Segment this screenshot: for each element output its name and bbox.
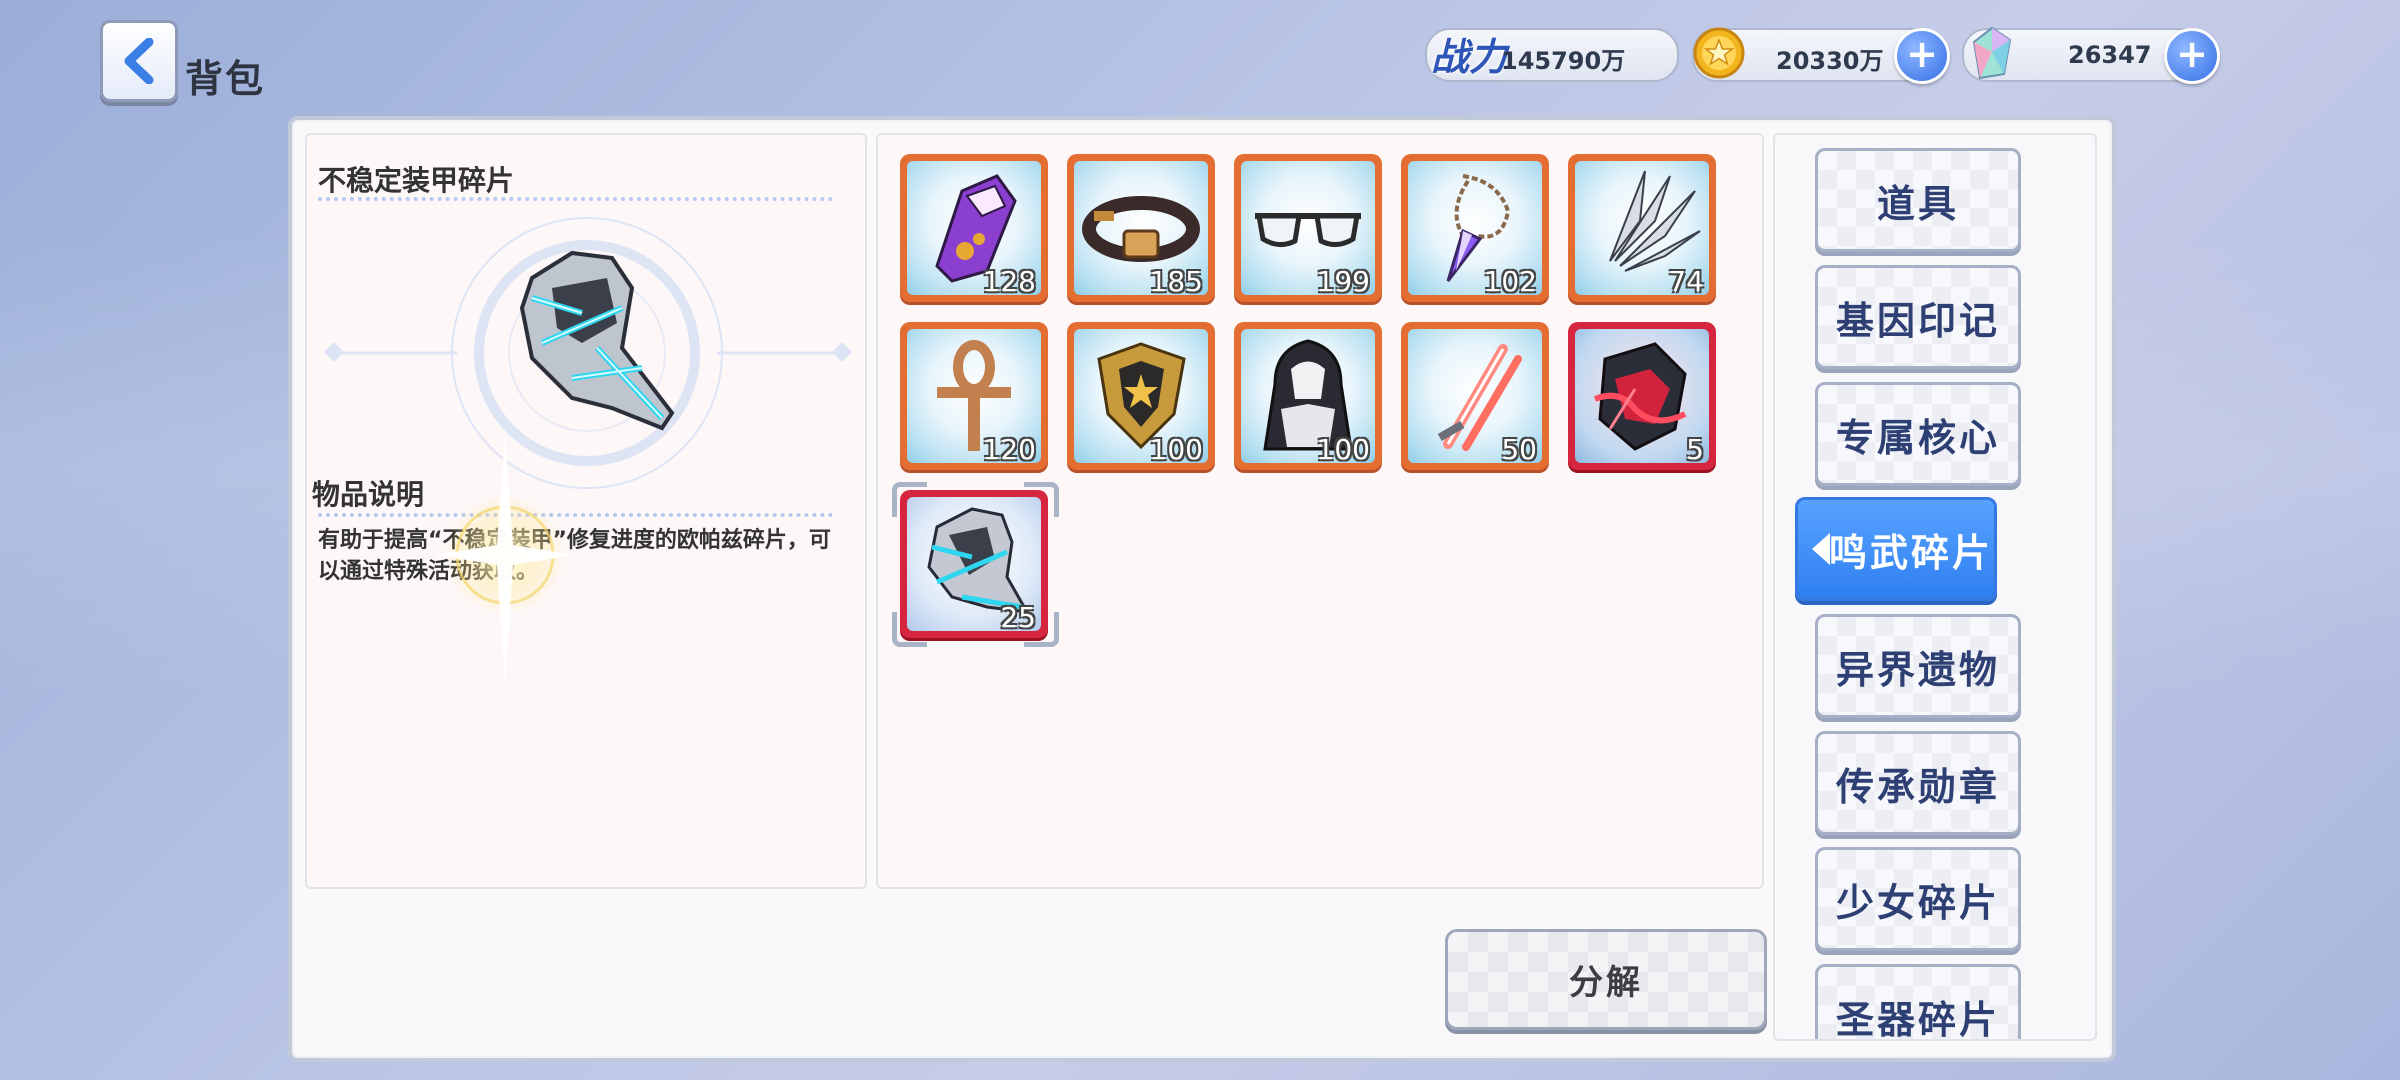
crystal-gem-icon [1972, 26, 2012, 80]
inventory-item[interactable]: 100 [1067, 322, 1215, 470]
gold-value: 20330万 [1776, 47, 1884, 75]
inventory-item[interactable]: 128 [900, 154, 1048, 302]
inventory-item[interactable]: 50 [1401, 322, 1549, 470]
chevron-left-icon [124, 38, 154, 84]
selection-corner [1024, 482, 1059, 517]
item-quantity: 50 [1501, 433, 1537, 466]
gem-value: 26347 [2068, 41, 2152, 69]
power-label: 战力 [1431, 35, 1508, 79]
active-arrow-icon [1812, 533, 1830, 565]
item-detail-panel: 不稳定装甲碎片 物品说明 有助于提高“不稳定装甲”修复进度的欧帕兹碎片，可以通过… [305, 133, 867, 889]
gold-coin-icon [1693, 27, 1745, 79]
item-name: 不稳定装甲碎片 [318, 164, 515, 197]
item-preview-art [324, 217, 852, 489]
tab-mingwu-fragments[interactable]: 鸣武碎片 [1795, 497, 1997, 601]
page-title: 背包 [185, 57, 266, 101]
tab-gene-imprint[interactable]: 基因印记 [1815, 265, 2021, 369]
tab-items[interactable]: 道具 [1815, 148, 2021, 252]
item-quantity: 5 [1686, 433, 1704, 466]
item-quantity: 102 [1483, 265, 1537, 298]
selection-corner [892, 482, 927, 517]
inventory-item[interactable]: 199 [1234, 154, 1382, 302]
tab-label: 鸣武碎片 [1828, 530, 1993, 575]
combat-power-display: 战力 145790万 [1425, 28, 1679, 82]
item-quantity: 100 [1149, 433, 1203, 466]
add-gold-button[interactable]: + [1894, 28, 1950, 84]
gem-display: 26347 + [1962, 26, 2220, 84]
tab-artifact-fragments[interactable]: 圣器碎片 [1815, 964, 2021, 1039]
decompose-button[interactable]: 分解 [1445, 929, 1767, 1030]
item-quantity: 100 [1316, 433, 1370, 466]
selection-corner [892, 612, 927, 647]
tab-exclusive-core[interactable]: 专属核心 [1815, 382, 2021, 486]
item-quantity: 199 [1316, 265, 1370, 298]
back-button[interactable] [100, 20, 178, 102]
inventory-item[interactable]: 74 [1568, 154, 1716, 302]
inventory-item[interactable]: 102 [1401, 154, 1549, 302]
power-value: 145790万 [1501, 47, 1626, 75]
item-quantity: 185 [1149, 265, 1203, 298]
divider [318, 197, 833, 201]
tab-legacy-medals[interactable]: 传承勋章 [1815, 731, 2021, 835]
selection-corner [1024, 612, 1059, 647]
add-gem-button[interactable]: + [2164, 28, 2220, 84]
item-quantity: 128 [982, 265, 1036, 298]
description-heading: 物品说明 [312, 478, 425, 511]
inventory-item[interactable]: 185 [1067, 154, 1215, 302]
tab-girl-fragments[interactable]: 少女碎片 [1815, 847, 2021, 951]
inventory-item[interactable]: 100 [1234, 322, 1382, 470]
tab-otherworld-relics[interactable]: 异界遗物 [1815, 614, 2021, 718]
sparkle-effect [435, 435, 575, 685]
item-quantity: 74 [1668, 265, 1704, 298]
gold-display: 20330万 + [1692, 27, 1950, 84]
item-quantity: 120 [982, 433, 1036, 466]
inventory-item[interactable]: 120 [900, 322, 1048, 470]
category-tab-list: 道具 基因印记 专属核心 鸣武碎片 异界遗物 传承勋章 少女碎片 圣器碎片 [1773, 133, 2097, 1041]
inventory-item[interactable]: 5 [1568, 322, 1716, 470]
